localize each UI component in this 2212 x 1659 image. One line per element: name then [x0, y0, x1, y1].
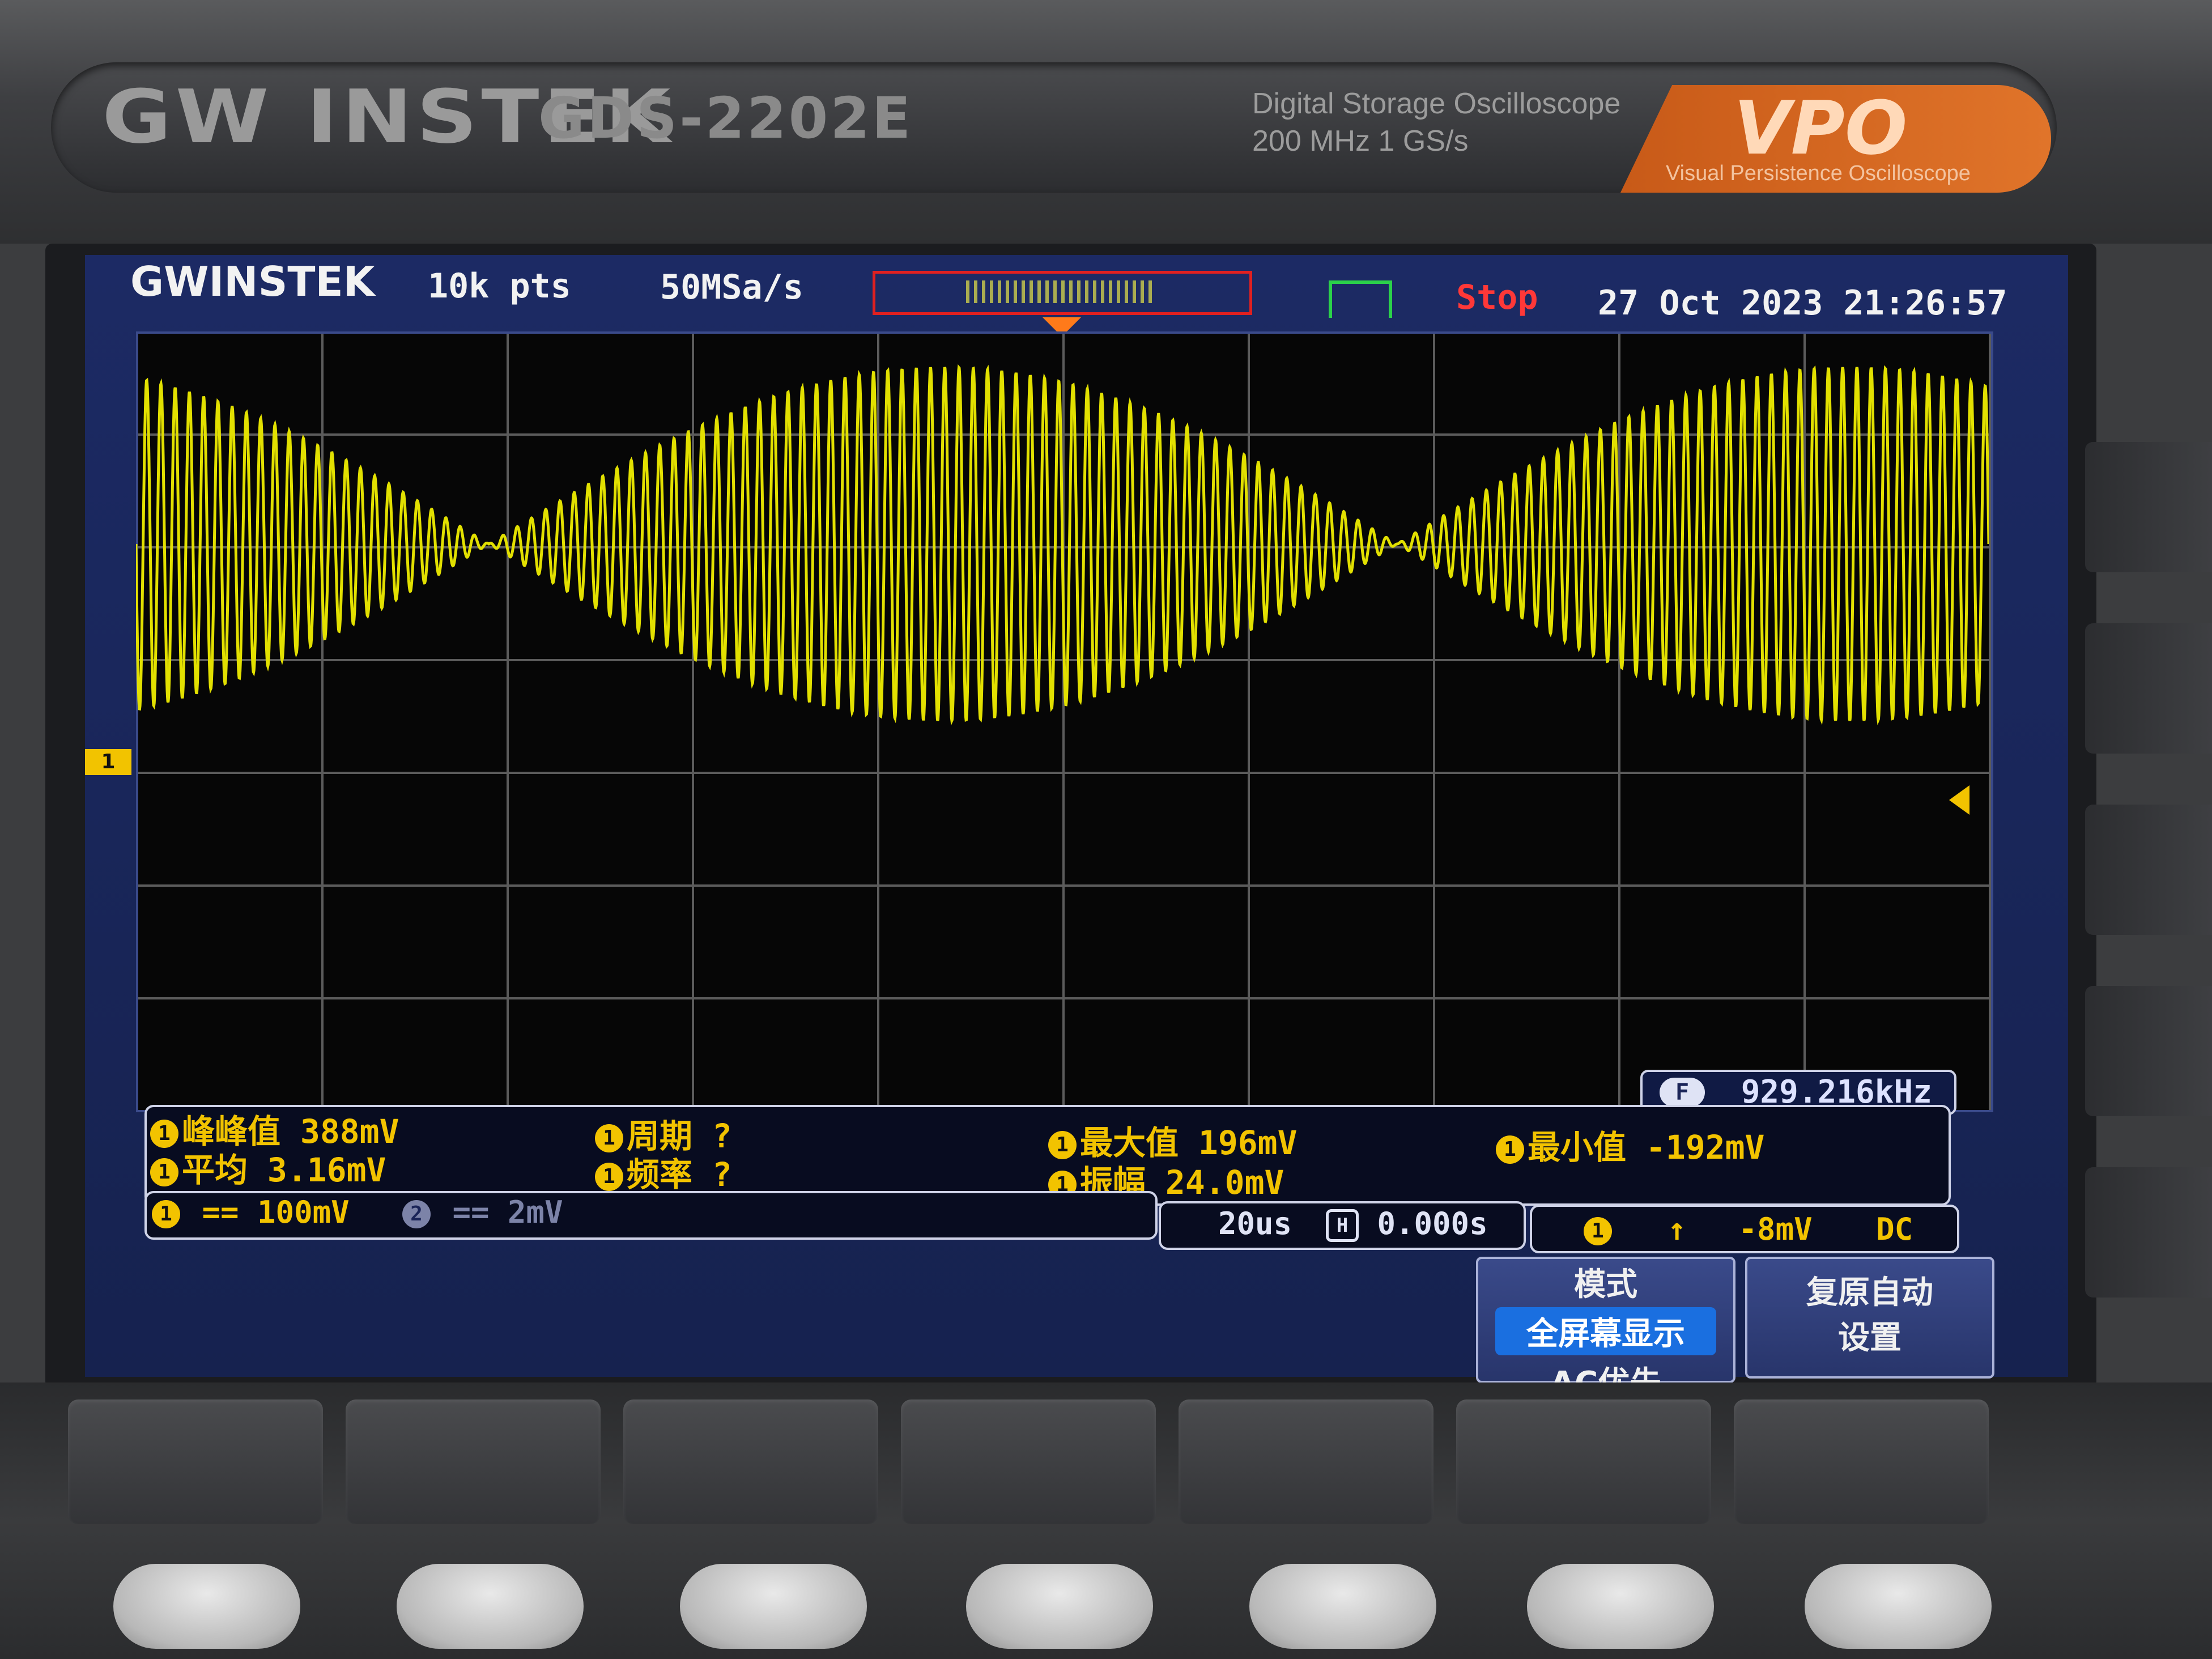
trigger-coupling: DC	[1876, 1211, 1913, 1247]
bottom-menu-key-5[interactable]	[1249, 1564, 1436, 1649]
side-menu-key-5[interactable]	[2085, 1167, 2212, 1298]
channel-1-icon: 1	[595, 1162, 623, 1191]
trigger-level-value: -8mV	[1738, 1211, 1813, 1247]
measurement-mean: 1 平均 3.16mV	[150, 1143, 386, 1191]
autoset-restore-softkey[interactable]: 复原自动 设置	[1745, 1257, 1994, 1379]
timebase-value[interactable]: 20us	[1218, 1206, 1292, 1241]
sample-rate: 50MSa/s	[660, 267, 803, 307]
memory-overview-bar[interactable]	[873, 271, 1252, 315]
trigger-settings[interactable]: 1 ↑ -8mV DC	[1584, 1211, 1913, 1247]
screen-logo: GWINSTEK	[130, 258, 375, 305]
bottom-menu-key-2[interactable]	[397, 1564, 584, 1649]
bottom-menu-key-6[interactable]	[1527, 1564, 1714, 1649]
bottom-key-housing	[346, 1399, 601, 1524]
run-status: Stop	[1456, 278, 1538, 317]
autoset-line-2: 设置	[1838, 1320, 1902, 1356]
channel-2-scale-value: == 2mV	[452, 1194, 563, 1230]
frequency-icon: F	[1660, 1078, 1705, 1107]
bottom-key-housing	[68, 1399, 323, 1524]
model-description: Digital Storage Oscilloscope 200 MHz 1 G…	[1252, 85, 1620, 160]
side-menu-key-2[interactable]	[2085, 623, 2212, 754]
display-mode-softkey[interactable]: 模式 全屏幕显示 AC优先	[1476, 1257, 1735, 1402]
bottom-menu-key-1[interactable]	[113, 1564, 300, 1649]
datetime: 27 Oct 2023 21:26:57	[1598, 283, 2007, 323]
waveform-path	[136, 364, 1989, 726]
side-menu-key-4[interactable]	[2085, 986, 2212, 1116]
bottom-key-housing	[1734, 1399, 1989, 1524]
side-menu-key-1[interactable]	[2085, 442, 2212, 572]
bottom-key-housing	[1456, 1399, 1711, 1524]
vpo-subtitle: Visual Persistence Oscilloscope	[1666, 161, 1971, 185]
channel-1-icon: 1	[1048, 1130, 1077, 1159]
bottom-key-housing	[623, 1399, 878, 1524]
description-line-2: 200 MHz 1 GS/s	[1252, 125, 1469, 158]
bottom-key-housing	[1179, 1399, 1433, 1524]
channel-1-scale[interactable]: 1 == 100mV	[152, 1194, 350, 1230]
record-length: 10k pts	[428, 266, 571, 306]
vpo-logo: VPO	[1734, 85, 1908, 171]
horizontal-position[interactable]: H 0.000s	[1326, 1206, 1488, 1243]
bottom-menu-key-7[interactable]	[1805, 1564, 1992, 1649]
rising-edge-icon: ↑	[1667, 1211, 1687, 1247]
autoset-line-1: 复原自动	[1806, 1274, 1933, 1311]
bottom-menu-key-4[interactable]	[966, 1564, 1153, 1649]
trigger-channel-icon: 1	[1584, 1217, 1612, 1246]
mode-selected-option: 全屏幕显示	[1495, 1307, 1716, 1355]
bottom-menu-key-3[interactable]	[680, 1564, 867, 1649]
channel-1-icon: 1	[1496, 1135, 1524, 1164]
trigger-level-marker[interactable]	[1949, 785, 1969, 815]
channel-1-icon: 1	[152, 1200, 180, 1229]
trigger-pulse-icon	[1329, 280, 1392, 318]
overview-waveform	[966, 280, 1153, 303]
horizontal-position-icon: H	[1326, 1209, 1359, 1243]
bottom-key-housing	[901, 1399, 1156, 1524]
channel-2-icon: 2	[402, 1200, 431, 1229]
measurement-min: 1 最小值 -192mV	[1496, 1121, 1764, 1168]
model-label: GDS-2202E	[538, 85, 913, 151]
channel-1-ground-marker[interactable]: 1	[85, 749, 131, 775]
measurement-frequency: 1 频率 ?	[595, 1148, 732, 1196]
side-menu-key-3[interactable]	[2085, 805, 2212, 935]
channel-2-scale[interactable]: 2 == 2mV	[402, 1194, 563, 1230]
waveform-trace	[136, 364, 1989, 726]
channel-1-icon: 1	[150, 1158, 178, 1186]
mode-title: 模式	[1574, 1266, 1637, 1303]
dc-coupling-icon: == 100mV	[202, 1194, 350, 1230]
description-line-1: Digital Storage Oscilloscope	[1252, 87, 1621, 120]
horizontal-position-value: 0.000s	[1377, 1206, 1488, 1241]
